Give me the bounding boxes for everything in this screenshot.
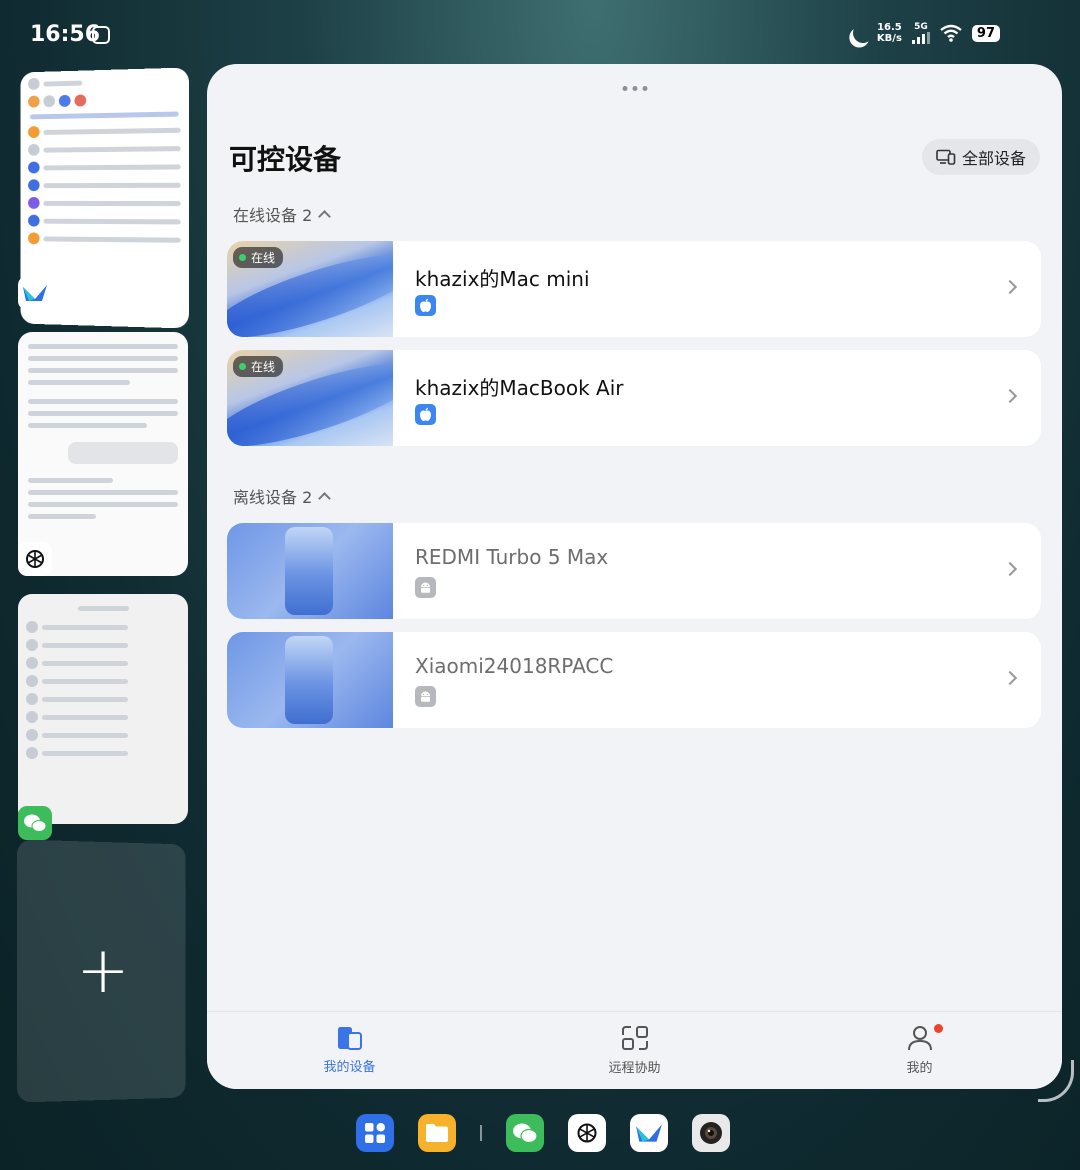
plus-icon: + [76,933,130,1009]
notification-dot [933,1024,943,1033]
device-thumbnail: 在线 [227,241,393,337]
page-title: 可控设备 [229,143,342,176]
network-speed-value: 16.5 [877,22,902,33]
chevron-right-icon [1002,388,1018,404]
tab-my-devices[interactable]: 我的设备 [207,1012,492,1089]
online-status-badge: 在线 [233,356,284,377]
chevron-up-icon [318,210,332,223]
offline-section-label: 离线设备 2 [233,488,313,507]
lark-icon[interactable] [630,1114,668,1152]
device-thumbnail [227,632,393,728]
battery-level: 97 [971,24,1000,42]
chatgpt-notification-icon [92,26,110,44]
window-handle-dots-icon[interactable] [622,86,647,91]
file-manager-icon[interactable] [418,1114,456,1152]
apple-icon [415,295,436,316]
device-card-redmi-turbo[interactable]: REDMI Turbo 5 Max [227,523,1041,619]
device-name: REDMI Turbo 5 Max [415,545,609,569]
devices-icon [936,149,956,165]
network-type: 5G [914,22,928,32]
add-window-button[interactable]: + [17,839,186,1103]
android-icon [415,686,436,707]
cellular-signal: 5G [911,22,930,44]
dock-divider [480,1125,482,1141]
chevron-up-icon [318,492,332,505]
network-speed: 16.5 KB/s [877,22,902,44]
status-indicators: 16.5 KB/s 5G 97 [847,22,1000,44]
chevron-right-icon [1002,561,1018,577]
remote-assist-icon [621,1026,648,1050]
tab-me[interactable]: 我的 [777,1012,1062,1089]
do-not-disturb-icon [850,20,876,46]
chevron-right-icon [1002,279,1018,295]
app-store-icon[interactable] [356,1114,394,1152]
device-card-xiaomi[interactable]: Xiaomi24018RPACC [227,632,1041,728]
chatgpt-app-icon [18,542,52,576]
all-devices-label: 全部设备 [961,149,1026,168]
device-name: khazix的MacBook Air [415,376,624,400]
device-name: Xiaomi24018RPACC [415,654,614,678]
device-thumbnail: 在线 [227,350,393,446]
network-speed-unit: KB/s [876,33,902,44]
status-bar: 16:56 16.5 KB/s 5G 97 [0,0,1080,64]
lark-app-icon [18,276,52,310]
wechat-app-icon [18,806,52,840]
online-dot-icon [239,254,246,261]
signal-bars-icon [911,32,930,44]
person-icon [907,1026,932,1051]
online-section-label: 在线设备 2 [233,206,313,225]
device-thumbnail [227,523,393,619]
device-card-macbook-air[interactable]: 在线 khazix的MacBook Air [227,350,1041,446]
status-time: 16:56 [30,22,101,47]
chatgpt-icon[interactable] [568,1114,606,1152]
online-section-toggle[interactable]: 在线设备 2 [233,202,332,226]
online-status-badge: 在线 [233,247,284,268]
chevron-right-icon [1002,670,1018,686]
devices-tab-icon [337,1027,362,1050]
resize-handle-icon[interactable] [1038,1060,1074,1102]
device-name: khazix的Mac mini [415,267,590,291]
tab-label: 我的 [906,1061,933,1076]
all-devices-button[interactable]: 全部设备 [921,139,1040,175]
device-card-mac-mini[interactable]: 在线 khazix的Mac mini [227,241,1041,337]
tab-remote-assist[interactable]: 远程协助 [492,1012,777,1089]
wechat-icon[interactable] [506,1114,544,1152]
apple-icon [415,404,436,425]
wifi-icon [940,24,962,42]
android-icon [415,577,436,598]
remote-devices-panel: 可控设备 全部设备 在线设备 2 在线 khazix的Mac mini 在线 k [207,64,1062,1089]
camera-icon[interactable] [692,1114,730,1152]
app-dock [356,1114,730,1152]
online-dot-icon [239,363,246,370]
bottom-nav: 我的设备 远程协助 我的 [207,1011,1062,1089]
tab-label: 远程协助 [608,1061,661,1076]
recent-app-card-wechat[interactable] [18,594,188,824]
recent-app-card-chatgpt[interactable] [18,332,188,576]
tab-label: 我的设备 [323,1060,376,1075]
offline-section-toggle[interactable]: 离线设备 2 [233,484,332,508]
